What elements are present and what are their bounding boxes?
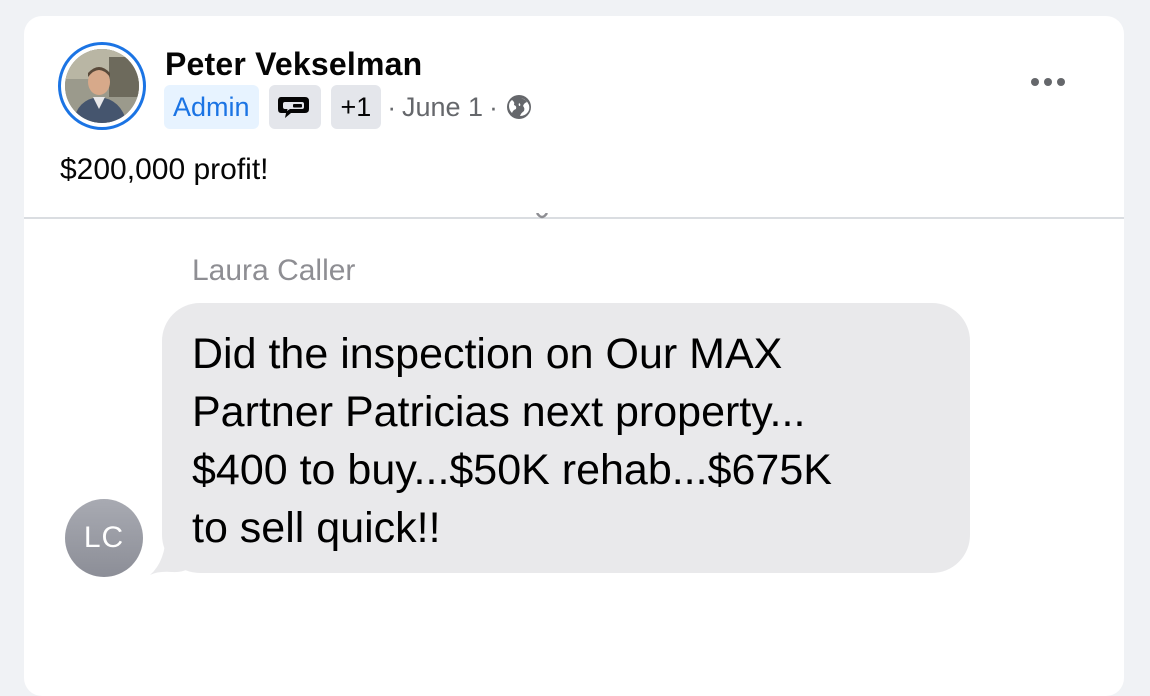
globe-icon[interactable] bbox=[506, 94, 532, 120]
cropped-text-fragment bbox=[535, 213, 549, 219]
post-text: $200,000 profit! bbox=[60, 153, 269, 186]
more-options-button[interactable] bbox=[1020, 66, 1076, 98]
post-meta: Admin +1 · June 1 · bbox=[164, 85, 532, 129]
post-date[interactable]: June 1 bbox=[402, 92, 483, 123]
meta-separator: · bbox=[387, 91, 396, 122]
post-card: Peter Vekselman Admin +1 · June 1 · $200… bbox=[24, 16, 1124, 696]
message-sender-name: Laura Caller bbox=[192, 254, 356, 287]
message-bubble: Did the inspection on Our MAX Partner Pa… bbox=[162, 303, 970, 573]
post-divider bbox=[24, 217, 1124, 219]
sender-avatar: LC bbox=[65, 499, 143, 577]
author-name[interactable]: Peter Vekselman bbox=[165, 46, 422, 83]
message-text: Did the inspection on Our MAX Partner Pa… bbox=[192, 330, 832, 552]
more-badges-count[interactable]: +1 bbox=[330, 85, 382, 129]
author-avatar[interactable] bbox=[58, 42, 146, 130]
chat-badge[interactable] bbox=[268, 85, 321, 129]
author-photo bbox=[65, 49, 139, 123]
chat-bubbles-icon bbox=[277, 93, 313, 121]
more-horizontal-icon bbox=[1030, 77, 1066, 87]
admin-badge[interactable]: Admin bbox=[164, 85, 259, 129]
meta-separator: · bbox=[489, 91, 498, 122]
